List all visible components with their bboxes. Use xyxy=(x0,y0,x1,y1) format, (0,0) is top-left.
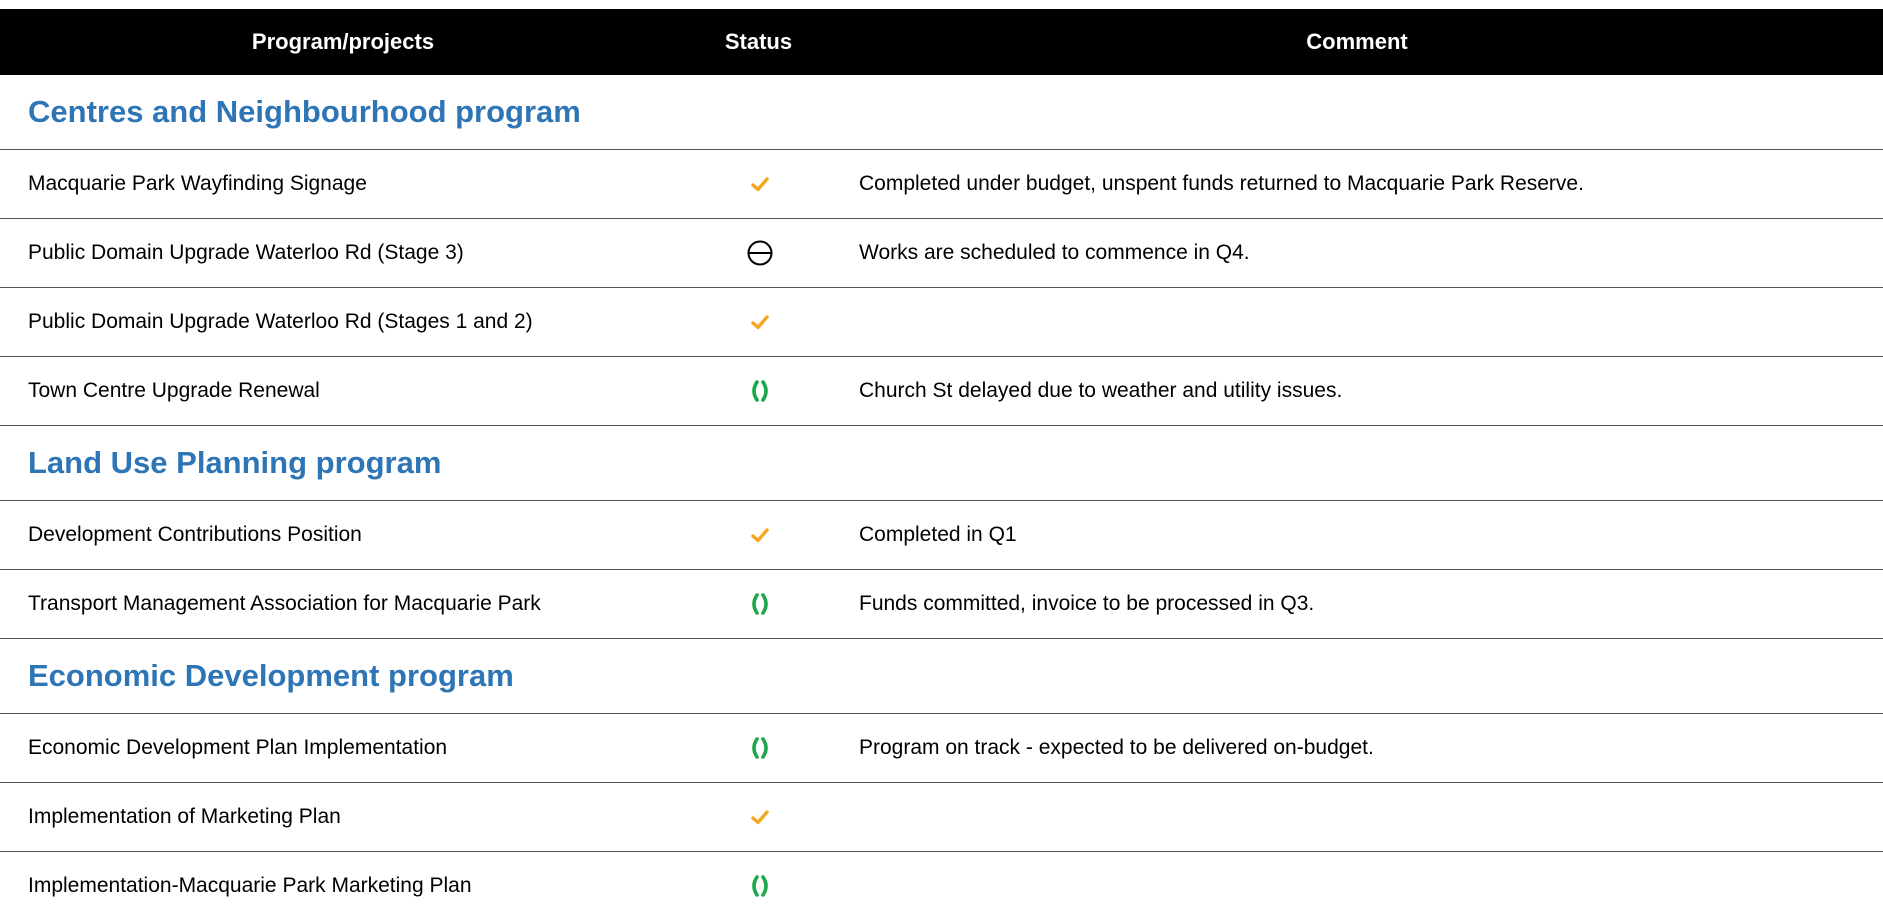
projects-table: Program/projects Status Comment Centres … xyxy=(0,9,1883,920)
check-icon xyxy=(738,783,782,851)
table-row: Development Contributions Position Compl… xyxy=(0,501,1883,570)
project-name: Public Domain Upgrade Waterloo Rd (Stage… xyxy=(28,241,464,264)
table-row: Macquarie Park Wayfinding Signage Comple… xyxy=(0,150,1883,219)
table-row: Town Centre Upgrade Renewal Church St de… xyxy=(0,357,1883,426)
on-track-icon xyxy=(738,852,782,920)
project-name: Public Domain Upgrade Waterloo Rd (Stage… xyxy=(28,310,533,333)
project-comment: Church St delayed due to weather and uti… xyxy=(859,379,1343,402)
project-name: Economic Development Plan Implementation xyxy=(28,736,448,759)
section-centres-neighbourhood: Centres and Neighbourhood program xyxy=(0,75,1883,150)
section-economic-development: Economic Development program xyxy=(0,639,1883,714)
table-row: Public Domain Upgrade Waterloo Rd (Stage… xyxy=(0,288,1883,357)
not-started-icon xyxy=(738,219,782,287)
section-title: Economic Development program xyxy=(28,658,514,693)
project-name: Implementation of Marketing Plan xyxy=(28,805,341,828)
check-icon xyxy=(738,288,782,356)
header-comment: Comment xyxy=(1306,29,1408,54)
table-row: Transport Management Association for Mac… xyxy=(0,570,1883,639)
on-track-icon xyxy=(738,357,782,425)
table-row: Implementation-Macquarie Park Marketing … xyxy=(0,852,1883,920)
on-track-icon xyxy=(738,714,782,782)
project-comment: Works are scheduled to commence in Q4. xyxy=(859,241,1250,264)
check-icon xyxy=(738,150,782,218)
project-comment: Funds committed, invoice to be processed… xyxy=(859,592,1315,615)
project-comment: Completed in Q1 xyxy=(859,523,1017,546)
header-program: Program/projects xyxy=(251,29,435,54)
project-name: Town Centre Upgrade Renewal xyxy=(28,379,320,402)
section-title: Centres and Neighbourhood program xyxy=(28,94,581,129)
project-name: Development Contributions Position xyxy=(28,523,362,546)
check-icon xyxy=(738,501,782,569)
project-comment: Completed under budget, unspent funds re… xyxy=(859,172,1584,195)
project-name: Transport Management Association for Mac… xyxy=(28,592,541,615)
project-name: Macquarie Park Wayfinding Signage xyxy=(28,172,367,195)
header-status: Status xyxy=(724,29,793,54)
table-header: Program/projects Status Comment xyxy=(0,9,1883,75)
on-track-icon xyxy=(738,570,782,638)
project-name: Implementation-Macquarie Park Marketing … xyxy=(28,874,472,897)
project-comment: Program on track - expected to be delive… xyxy=(859,736,1374,759)
table-row: Implementation of Marketing Plan xyxy=(0,783,1883,852)
table-row: Economic Development Plan Implementation… xyxy=(0,714,1883,783)
section-land-use-planning: Land Use Planning program xyxy=(0,426,1883,501)
section-title: Land Use Planning program xyxy=(28,445,442,480)
table-row: Public Domain Upgrade Waterloo Rd (Stage… xyxy=(0,219,1883,288)
